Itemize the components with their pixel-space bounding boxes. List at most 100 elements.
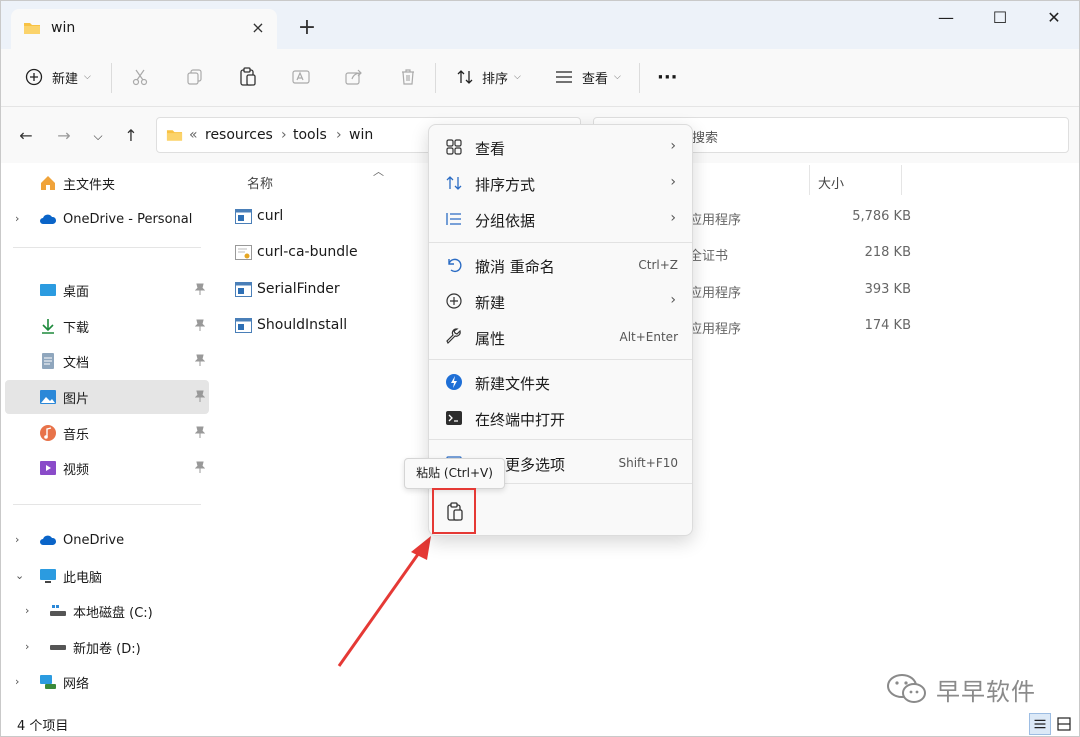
divider — [429, 359, 692, 360]
tiles-view-icon[interactable] — [1053, 713, 1075, 735]
tab-win[interactable]: win × — [11, 9, 277, 49]
chevron-right-icon[interactable]: › — [25, 604, 29, 617]
tab-title: win — [51, 20, 76, 36]
pin-icon[interactable] — [195, 283, 205, 295]
menu-item-label: 查看 — [475, 140, 506, 158]
share-icon[interactable] — [345, 68, 363, 86]
sidebar-item-label: 本地磁盘 (C:) — [73, 605, 153, 621]
menu-item-label: 属性 — [475, 330, 506, 348]
paste-tooltip: 粘贴 (Ctrl+V) — [404, 458, 505, 489]
paste-button[interactable] — [432, 488, 476, 534]
chevron-right-icon[interactable]: › — [15, 533, 19, 546]
pin-icon[interactable] — [195, 319, 205, 331]
shortcut-label: Ctrl+Z — [638, 258, 678, 272]
home-icon — [41, 176, 55, 190]
drive-icon — [50, 645, 66, 650]
network-icon — [40, 675, 56, 689]
file-name: ShouldInstall — [257, 317, 348, 333]
view-button[interactable]: 查看 ⌵ — [555, 63, 621, 91]
sort-ascending-icon: ︿ — [373, 165, 384, 178]
watermark: 早早软件 — [886, 669, 1061, 709]
picture-icon — [40, 390, 56, 404]
maximize-button[interactable]: ☐ — [977, 1, 1023, 35]
menu-item-properties[interactable]: 属性 Alt+Enter — [433, 320, 690, 354]
shortcut-label: Alt+Enter — [619, 330, 678, 344]
menu-item-undo-rename[interactable]: 撤消 重命名 Ctrl+Z — [433, 248, 690, 282]
menu-item-new[interactable]: 新建 › — [433, 284, 690, 318]
divider — [13, 247, 201, 248]
breadcrumb-overflow[interactable]: « — [189, 127, 198, 143]
delete-icon[interactable] — [399, 68, 417, 86]
close-tab-icon[interactable]: × — [247, 17, 269, 39]
drive-icon — [50, 605, 66, 616]
more-options-button[interactable]: ··· — [657, 63, 678, 91]
sidebar-item-home[interactable]: 主文件夹 — [5, 166, 209, 200]
grid-icon — [446, 139, 462, 155]
sidebar-item-videos[interactable]: 视频 — [5, 451, 209, 485]
sidebar-item-this-pc[interactable]: ⌄ 此电脑 — [5, 559, 209, 593]
minimize-button[interactable]: — — [923, 1, 969, 35]
sidebar-item-pictures[interactable]: 图片 — [5, 380, 209, 414]
title-bar: win × + — ☐ ✕ — [1, 1, 1079, 49]
document-icon — [42, 353, 54, 369]
file-size: 174 KB — [864, 318, 911, 333]
sidebar-item-label: 网络 — [63, 676, 90, 692]
sidebar-item-desktop[interactable]: 桌面 — [5, 273, 209, 307]
new-folder-icon — [446, 374, 462, 390]
file-size: 218 KB — [864, 245, 911, 260]
sidebar-item-label: 此电脑 — [63, 570, 103, 586]
sidebar-item-documents[interactable]: 文档 — [5, 344, 209, 378]
menu-item-view[interactable]: 查看 › — [433, 130, 690, 164]
file-name: SerialFinder — [257, 281, 340, 297]
sidebar-item-network[interactable]: › 网络 — [5, 665, 209, 699]
sidebar-item-label: 文档 — [63, 355, 90, 371]
sidebar-item-downloads[interactable]: 下载 — [5, 309, 209, 343]
cut-icon[interactable] — [131, 68, 149, 86]
breadcrumb-win[interactable]: win — [349, 127, 373, 143]
breadcrumb-tools[interactable]: tools — [293, 127, 327, 143]
sidebar-item-label: 图片 — [63, 391, 90, 407]
divider — [13, 504, 201, 505]
paste-icon[interactable] — [239, 67, 257, 87]
chevron-down-icon[interactable]: ⌄ — [15, 569, 24, 582]
forward-button[interactable]: → — [53, 125, 75, 147]
menu-item-group-by[interactable]: 分组依据 › — [433, 202, 690, 236]
rename-icon[interactable] — [292, 68, 310, 86]
chevron-right-icon[interactable]: › — [15, 212, 19, 225]
view-button-label: 查看 — [582, 71, 609, 87]
sidebar-item-label: OneDrive - Personal — [63, 211, 193, 227]
video-icon — [40, 461, 56, 475]
pin-icon[interactable] — [195, 461, 205, 473]
recent-locations-button[interactable]: ⌵ — [87, 125, 109, 147]
up-button[interactable]: ↑ — [120, 125, 142, 147]
sort-button[interactable]: 排序 ⌵ — [456, 63, 521, 91]
back-button[interactable]: ← — [15, 125, 37, 147]
application-icon — [235, 318, 252, 333]
sidebar-item-drive-d[interactable]: › 新加卷 (D:) — [5, 630, 209, 664]
column-header-size[interactable]: 大小 — [818, 173, 844, 192]
sidebar-item-drive-c[interactable]: › 本地磁盘 (C:) — [5, 594, 209, 628]
details-view-icon[interactable] — [1029, 713, 1051, 735]
chevron-right-icon[interactable]: › — [25, 640, 29, 653]
menu-item-open-in-terminal[interactable]: 在终端中打开 — [433, 401, 690, 435]
pin-icon[interactable] — [195, 354, 205, 366]
chevron-right-icon[interactable]: › — [15, 675, 19, 688]
menu-item-sort[interactable]: 排序方式 › — [433, 166, 690, 200]
column-header-name[interactable]: 名称 — [247, 173, 273, 192]
pin-icon[interactable] — [195, 390, 205, 402]
copy-icon[interactable] — [186, 68, 204, 86]
sidebar-item-label: 主文件夹 — [63, 177, 116, 193]
file-type: 应用程序 — [689, 322, 742, 337]
divider — [639, 63, 640, 93]
sidebar-item-onedrive[interactable]: › OneDrive — [5, 523, 209, 557]
close-window-button[interactable]: ✕ — [1031, 1, 1077, 35]
menu-item-new-folder[interactable]: 新建文件夹 — [433, 365, 690, 399]
new-tab-button[interactable]: + — [294, 15, 320, 41]
breadcrumb-resources[interactable]: resources — [205, 127, 273, 143]
sidebar-item-music[interactable]: 音乐 — [5, 416, 209, 450]
pin-icon[interactable] — [195, 426, 205, 438]
file-explorer-window: win × + — ☐ ✕ 新建 ⌵ 排序 ⌵ 查看 ⌵ ··· ← → ⌵ ↑… — [0, 0, 1080, 737]
sidebar-item-onedrive-personal[interactable]: › OneDrive - Personal — [5, 202, 209, 236]
shortcut-label: Shift+F10 — [618, 456, 678, 470]
new-button[interactable]: 新建 ⌵ — [25, 63, 91, 91]
